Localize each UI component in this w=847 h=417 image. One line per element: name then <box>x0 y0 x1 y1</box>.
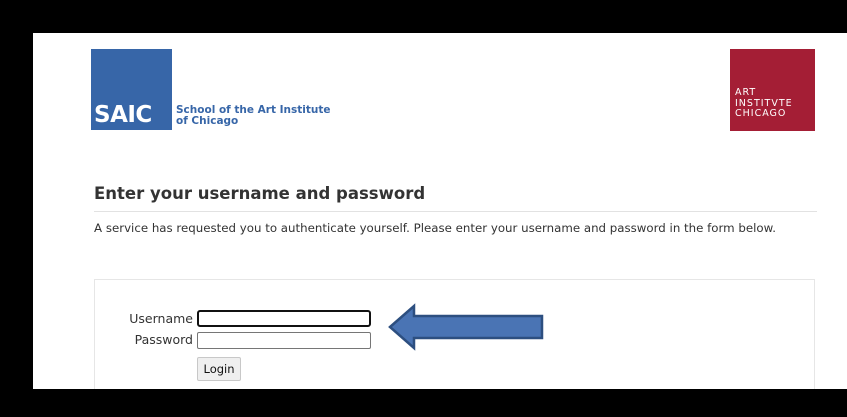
password-input[interactable] <box>197 332 371 349</box>
password-label: Password <box>134 332 193 347</box>
intro-text: A service has requested you to authentic… <box>94 221 776 235</box>
aic-logo-line1: ART <box>735 87 757 98</box>
heading-divider <box>94 211 817 212</box>
saic-logo-letters: SAIC <box>94 102 152 128</box>
login-page: SAIC School of the Art Institute of Chic… <box>33 33 847 389</box>
saic-logo: SAIC <box>91 49 172 130</box>
saic-logo-name: School of the Art Institute of Chicago <box>176 105 331 127</box>
login-button[interactable]: Login <box>197 357 241 381</box>
aic-logo-line3: CHICAGO <box>735 108 787 119</box>
left-arrow-icon <box>388 303 544 351</box>
page-title: Enter your username and password <box>94 184 426 203</box>
aic-logo: ART INSTITVTE CHICAGO <box>730 49 815 131</box>
saic-name-line2: of Chicago <box>176 115 239 127</box>
username-input[interactable] <box>197 310 371 327</box>
username-label: Username <box>129 311 193 326</box>
aic-logo-text: ART INSTITVTE CHICAGO <box>735 87 793 120</box>
